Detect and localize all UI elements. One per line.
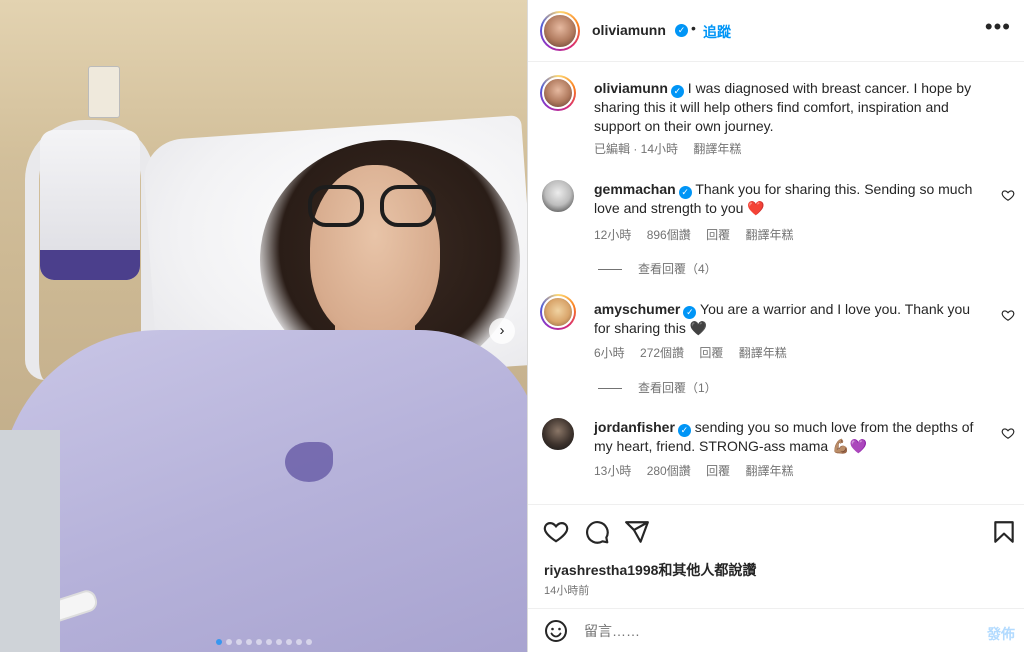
comment-translate-link[interactable]: 翻譯年糕 <box>739 346 787 360</box>
photo-medical-device <box>40 130 140 280</box>
carousel-dot <box>225 639 232 645</box>
comment-input[interactable] <box>584 619 964 643</box>
photo-glasses <box>308 185 436 229</box>
comment-avatar[interactable] <box>540 178 576 214</box>
chevron-right-icon: › <box>499 322 505 339</box>
carousel-dot <box>295 639 302 645</box>
caption-username[interactable]: oliviamunn <box>594 80 668 96</box>
comment-likes[interactable]: 272個讚 <box>640 346 684 360</box>
author-avatar[interactable] <box>540 11 580 51</box>
comment-translate-link[interactable]: 翻譯年糕 <box>745 464 793 478</box>
comments-list[interactable]: oliviamunn ✓ I was diagnosed with breast … <box>528 62 1024 504</box>
header-separator: • <box>691 20 696 36</box>
carousel-dot <box>305 639 312 645</box>
carousel-dots <box>0 639 527 645</box>
comment-username[interactable]: jordanfisher <box>594 419 675 435</box>
comment-username[interactable]: gemmachan <box>594 181 676 197</box>
verified-badge-icon: ✓ <box>675 24 688 37</box>
comment-reply-button[interactable]: 回覆 <box>706 464 730 478</box>
post-header: oliviamunn ✓ • 追蹤 ••• <box>528 0 1024 62</box>
bookmark-icon[interactable] <box>991 519 1017 545</box>
verified-badge-icon: ✓ <box>678 186 692 199</box>
comment-username[interactable]: amyschumer <box>594 301 680 317</box>
paper-plane-icon[interactable] <box>624 519 650 545</box>
verified-badge-icon: ✓ <box>677 424 691 437</box>
comment-time: 12小時 <box>594 228 632 242</box>
comment-translate-link[interactable]: 翻譯年糕 <box>745 228 793 242</box>
small-heart-icon[interactable] <box>1001 308 1015 322</box>
comment-text: gemmachan ✓ Thank you for sharing this. S… <box>594 180 989 218</box>
comment-meta: 6小時 272個讚 回覆 翻譯年糕 <box>594 344 799 361</box>
author-username[interactable]: oliviamunn <box>592 22 666 38</box>
comment-avatar[interactable] <box>540 416 576 452</box>
photo-wall-outlet <box>88 66 120 118</box>
comment-reply-button[interactable]: 回覆 <box>699 346 723 360</box>
caption-edited-time: 已編輯 · 14小時 <box>594 142 679 156</box>
post-time-ago: 14小時前 <box>544 585 590 597</box>
carousel-dot <box>235 639 242 645</box>
comment-likes[interactable]: 280個讚 <box>647 464 691 478</box>
comment-likes[interactable]: 896個讚 <box>647 228 691 242</box>
carousel-dot <box>215 639 222 645</box>
post-photo[interactable]: › <box>0 0 527 652</box>
comment-text: amyschumer ✓ You are a warrior and I love… <box>594 300 989 338</box>
carousel-dot <box>275 639 282 645</box>
caption-author-avatar[interactable] <box>540 75 576 111</box>
small-heart-icon[interactable] <box>1001 188 1015 202</box>
view-replies-button[interactable]: 查看回覆（4） <box>598 260 717 277</box>
carousel-next-button[interactable]: › <box>489 318 515 344</box>
carousel-dot <box>245 639 252 645</box>
liked-by-text[interactable]: riyashrestha1998和其他人都說讚 <box>544 560 756 580</box>
speech-bubble-icon[interactable] <box>584 519 610 545</box>
comment-time: 13小時 <box>594 464 632 478</box>
heart-icon[interactable] <box>543 519 569 545</box>
comment-composer: 發佈 <box>528 608 1024 652</box>
post-side-panel: oliviamunn ✓ • 追蹤 ••• oliviamunn ✓ I was … <box>527 0 1024 652</box>
small-heart-icon[interactable] <box>1001 426 1015 440</box>
carousel-dot <box>265 639 272 645</box>
carousel-dot <box>285 639 292 645</box>
caption-text: oliviamunn ✓ I was diagnosed with breast … <box>594 79 989 136</box>
comment-text: jordanfisher ✓ sending you so much love f… <box>594 418 989 456</box>
carousel-dot <box>255 639 262 645</box>
caption-translate-link[interactable]: 翻譯年糕 <box>693 142 741 156</box>
smiley-icon[interactable] <box>544 619 568 643</box>
comment-meta: 13小時 280個讚 回覆 翻譯年糕 <box>594 462 805 479</box>
post-actions-bar: riyashrestha1998和其他人都說讚 14小時前 <box>528 504 1024 608</box>
verified-badge-icon: ✓ <box>683 306 697 319</box>
comment-meta: 12小時 896個讚 回覆 翻譯年糕 <box>594 226 805 243</box>
view-replies-label: 查看回覆（4） <box>638 262 717 276</box>
comment-avatar[interactable] <box>540 294 576 330</box>
post-comment-button[interactable]: 發佈 <box>987 624 1015 644</box>
view-replies-label: 查看回覆（1） <box>638 381 717 395</box>
comment-reply-button[interactable]: 回覆 <box>706 228 730 242</box>
verified-badge-icon: ✓ <box>670 85 684 98</box>
more-options-icon[interactable]: ••• <box>985 16 1011 38</box>
follow-button[interactable]: 追蹤 <box>703 22 731 42</box>
caption-meta: 已編輯 · 14小時 翻譯年糕 <box>594 140 753 157</box>
view-replies-button[interactable]: 查看回覆（1） <box>598 379 717 396</box>
comment-time: 6小時 <box>594 346 625 360</box>
photo-bed-rail <box>0 430 60 652</box>
